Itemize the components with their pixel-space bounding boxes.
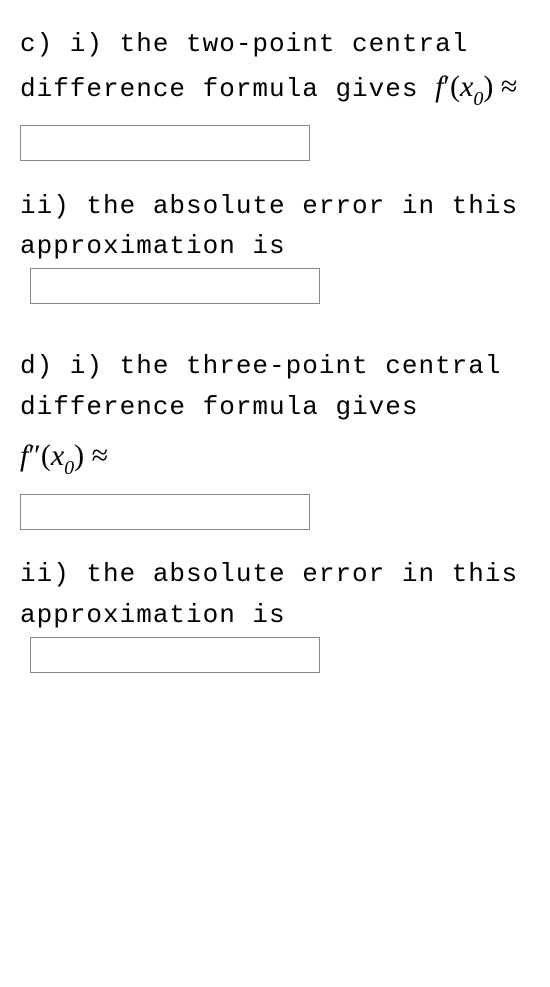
math-expression-f-double-prime: f″(x0) <box>20 439 92 472</box>
math-expression-f-double-prime-line: f″(x0) ≈ <box>20 433 530 482</box>
math-subscript: 0 <box>64 457 74 479</box>
part-c-i-input[interactable] <box>20 125 310 161</box>
part-d-ii-input[interactable] <box>30 637 320 673</box>
part-c-ii: ii) the absolute error in this approxima… <box>20 186 530 307</box>
part-d-ii-prompt: ii) the absolute error in this approxima… <box>20 559 518 629</box>
math-var: x <box>460 70 473 103</box>
math-double-prime: ″ <box>28 439 41 472</box>
math-expression-f-prime: f′(x0) <box>435 70 501 103</box>
part-d-i-input[interactable] <box>20 494 310 530</box>
approx-symbol: ≈ <box>92 439 108 472</box>
part-d-i-text: d) i) the three-point central difference… <box>20 346 530 427</box>
part-c: c) i) the two-point central difference f… <box>20 24 530 306</box>
math-paren-close: ) <box>74 439 84 472</box>
math-paren-open: ( <box>450 70 460 103</box>
part-c-i-text: c) i) the two-point central difference f… <box>20 24 530 113</box>
math-var: x <box>51 439 64 472</box>
math-paren-close: ) <box>483 70 493 103</box>
part-d-ii-text: ii) the absolute error in this approxima… <box>20 554 530 675</box>
part-d-i-input-row <box>20 492 530 532</box>
part-d-ii: ii) the absolute error in this approxima… <box>20 554 530 675</box>
part-c-ii-prompt: ii) the absolute error in this approxima… <box>20 191 518 261</box>
part-d: d) i) the three-point central difference… <box>20 346 530 675</box>
part-c-i-prompt: c) i) the two-point central difference f… <box>20 29 468 104</box>
part-c-i-input-row <box>20 123 530 163</box>
part-c-ii-input[interactable] <box>30 268 320 304</box>
part-c-ii-text: ii) the absolute error in this approxima… <box>20 186 530 307</box>
math-paren-open: ( <box>41 439 51 472</box>
math-subscript: 0 <box>473 88 483 110</box>
approx-symbol: ≈ <box>501 70 518 103</box>
